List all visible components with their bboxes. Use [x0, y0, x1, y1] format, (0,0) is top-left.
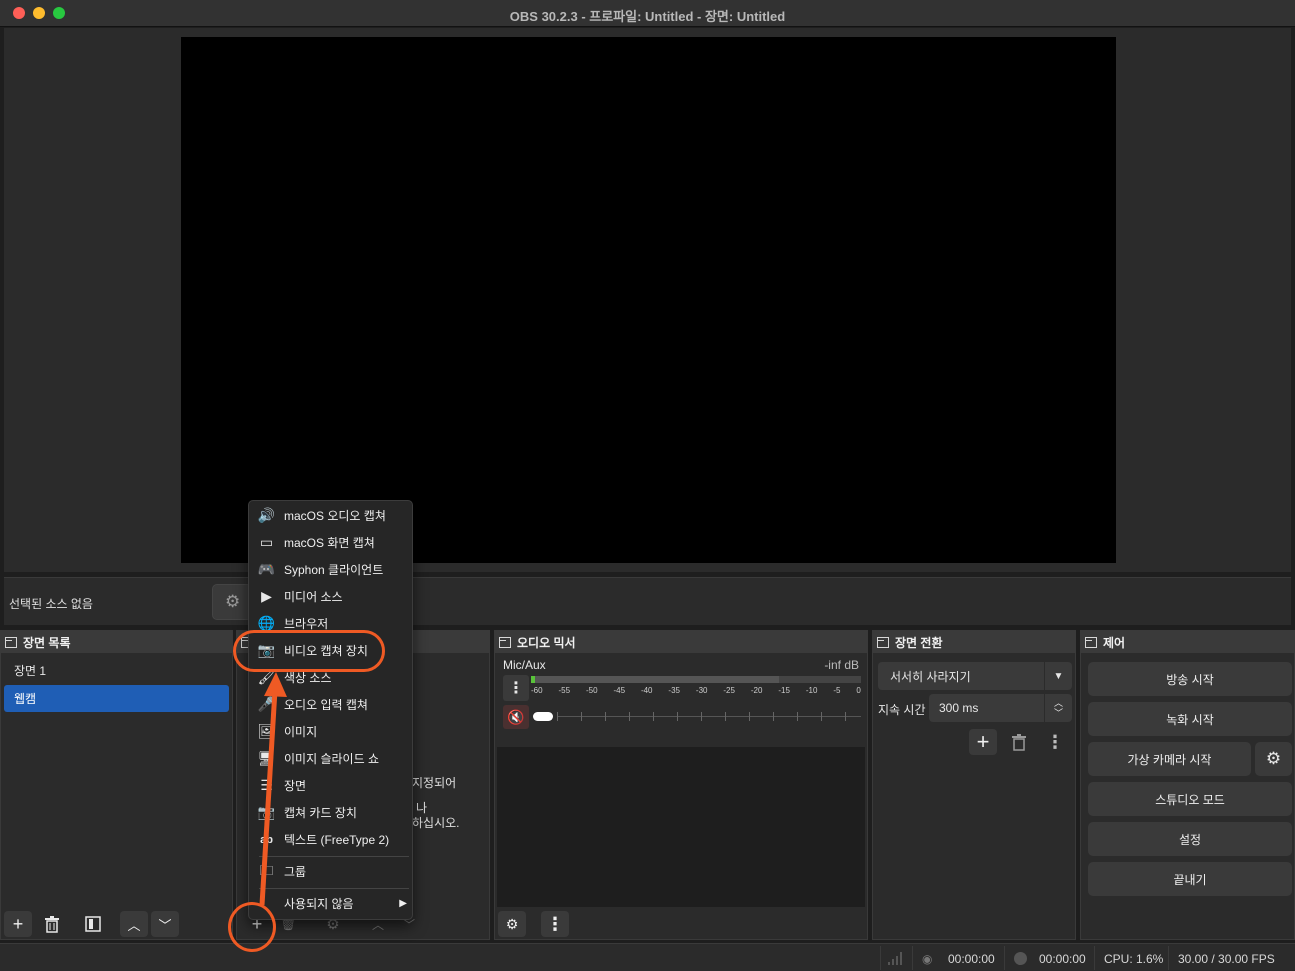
annotation-arrow — [259, 672, 287, 906]
